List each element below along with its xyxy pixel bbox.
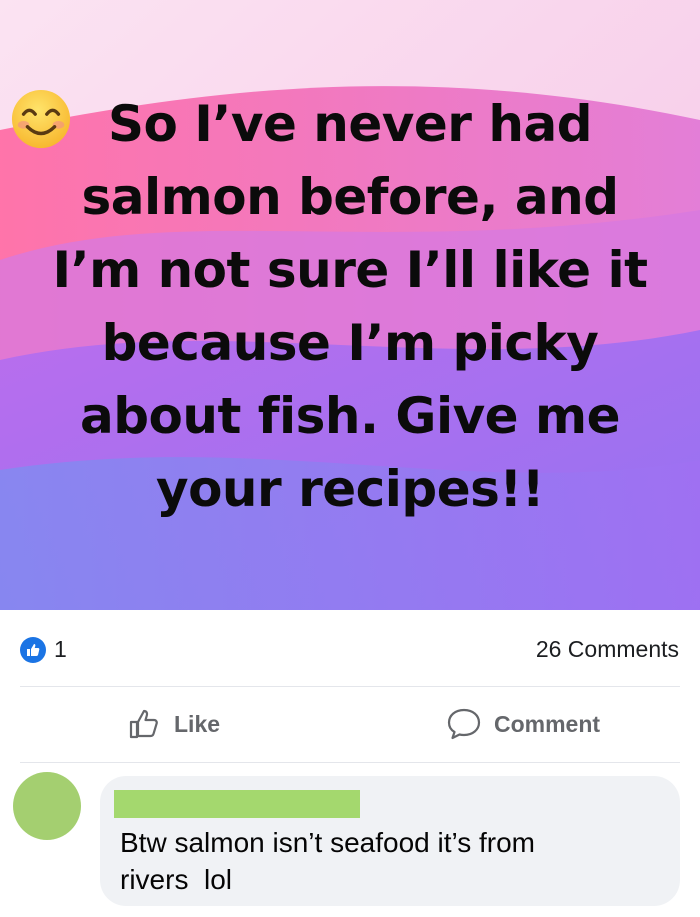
comment-bubble-icon xyxy=(447,708,481,740)
commenter-name-redacted[interactable] xyxy=(114,790,360,818)
post-background: So I’ve never had salmon before, and I’m… xyxy=(0,0,700,610)
post-text-line: salmon before, and xyxy=(81,168,620,226)
post-text-last-line: your recipes!! xyxy=(0,89,700,526)
smiling-face-emoji-icon xyxy=(11,89,71,149)
post-text-line: because I’m picky xyxy=(101,314,599,372)
post-text-line: I’m not sure I’ll like it xyxy=(52,241,648,299)
post-text: So I’ve never had salmon before, and I’m… xyxy=(0,88,700,526)
reaction-stats-bar: 1 26 Comments xyxy=(0,612,700,684)
comment-button-label: Comment xyxy=(494,710,601,737)
comment-button[interactable]: Comment xyxy=(446,704,600,744)
like-button[interactable]: Like xyxy=(128,704,220,744)
post-action-row: Like Comment xyxy=(0,690,700,760)
post-text-line: about fish. Give me xyxy=(79,387,621,445)
like-reaction-badge[interactable] xyxy=(20,637,46,663)
post-text-line: So I’ve never had xyxy=(108,95,592,153)
thumbs-up-icon xyxy=(27,644,40,656)
comment-text-line: Btw salmon isn’t seafood it’s from xyxy=(120,827,535,858)
thumbs-up-outline-icon xyxy=(129,709,158,739)
divider xyxy=(20,686,680,687)
comment-text: Btw salmon isn’t seafood it’s from river… xyxy=(120,824,640,898)
comment-bubble: Btw salmon isn’t seafood it’s from river… xyxy=(100,776,680,906)
divider xyxy=(20,762,680,763)
like-count[interactable]: 1 xyxy=(54,636,67,663)
comment-text-line: rivers lol xyxy=(120,864,233,895)
commenter-avatar[interactable] xyxy=(13,772,81,840)
like-button-label: Like xyxy=(174,710,221,737)
comments-count-link[interactable]: 26 Comments xyxy=(536,636,679,663)
post-text-line: your recipes!! xyxy=(155,460,545,518)
